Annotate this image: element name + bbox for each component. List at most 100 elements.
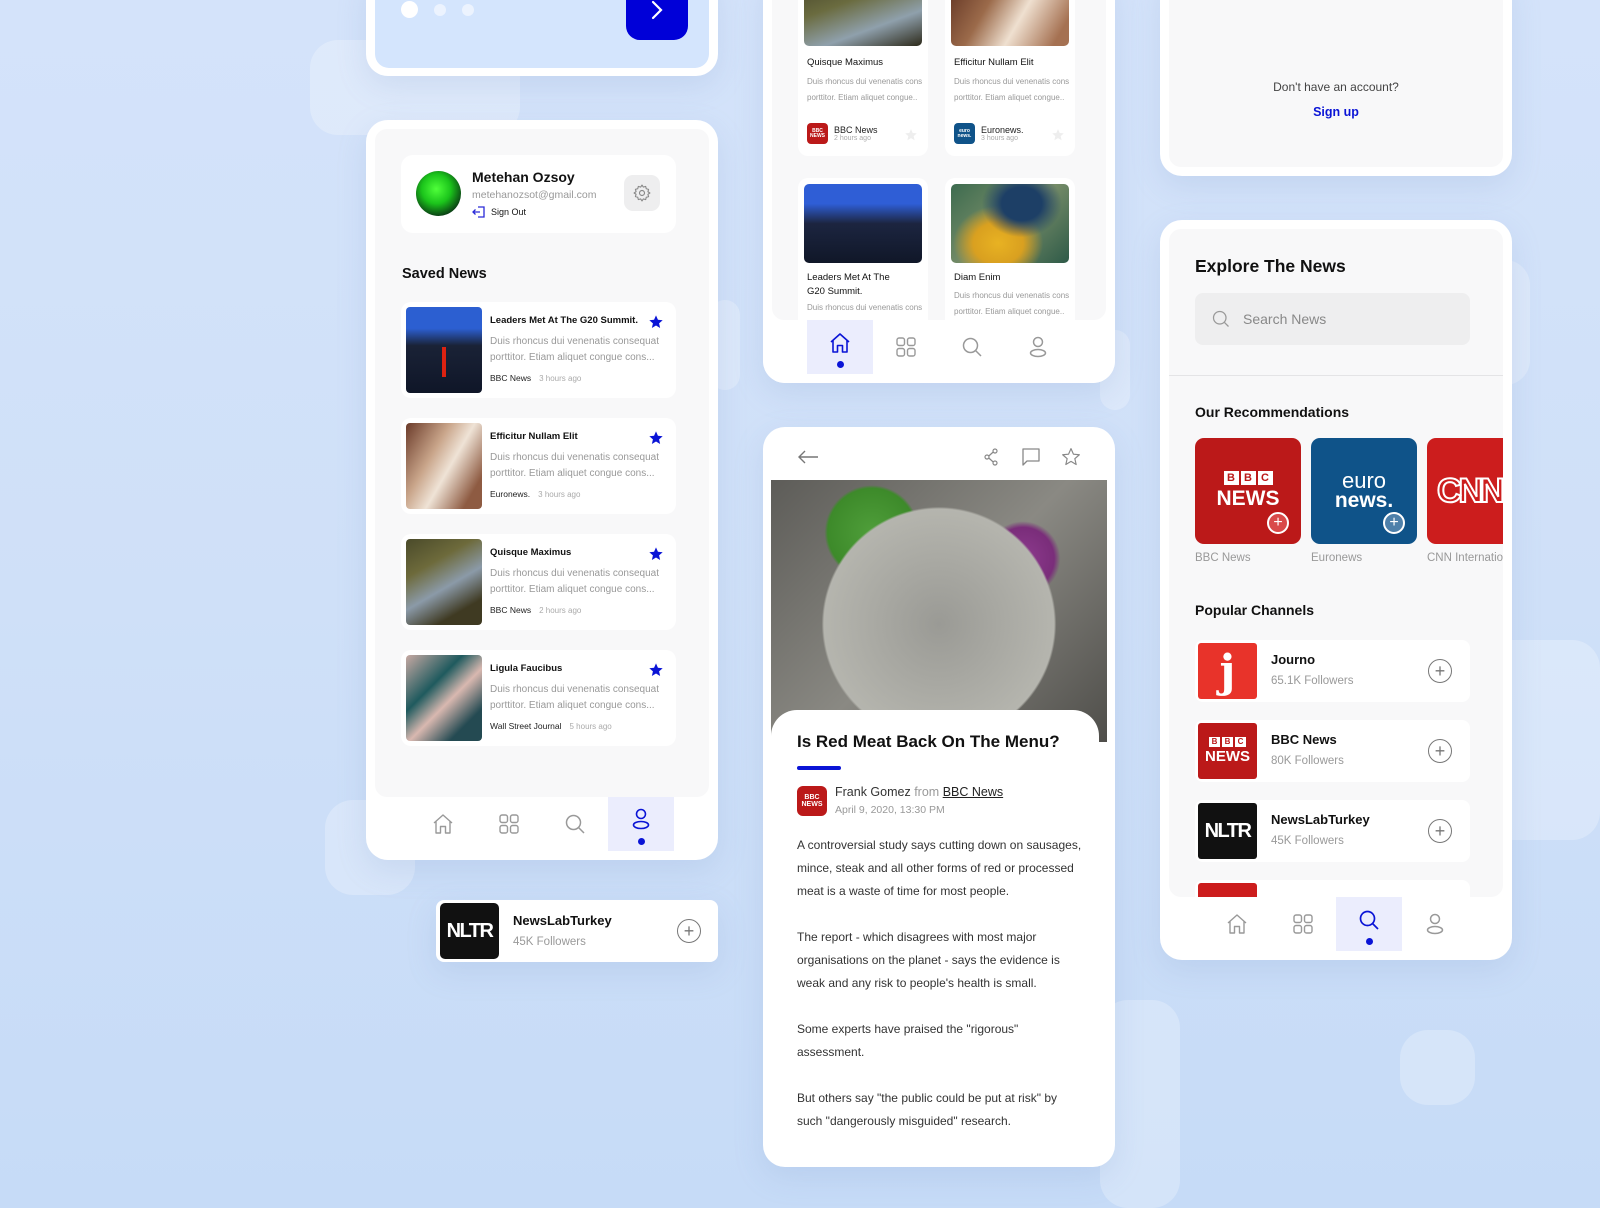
sign-out-button[interactable]: Sign Out: [472, 205, 526, 219]
back-arrow-icon[interactable]: [797, 449, 819, 465]
news-source: BBC NEWS BBC News 2 hours ago: [807, 123, 878, 144]
recommendation-label: CNN International: [1427, 552, 1503, 564]
nav-search[interactable]: [1336, 897, 1402, 951]
channel-followers: 45K Followers: [1271, 835, 1344, 847]
settings-button[interactable]: [624, 175, 660, 211]
bottom-nav: [410, 797, 674, 851]
bg-shape: [1400, 1030, 1475, 1105]
nav-categories[interactable]: [873, 320, 939, 374]
recommendation-euronews[interactable]: euro news. +: [1311, 438, 1417, 544]
nav-search[interactable]: [939, 320, 1005, 374]
news-source: BBC News: [490, 605, 532, 615]
page-dot[interactable]: [434, 4, 446, 16]
nav-categories[interactable]: [1270, 897, 1336, 951]
nav-categories[interactable]: [476, 797, 542, 851]
share-icon[interactable]: [983, 448, 999, 466]
no-account-text: Don't have an account?: [1273, 80, 1399, 94]
bookmark-star-icon[interactable]: [1061, 447, 1081, 467]
news-card[interactable]: Efficitur Nullam Elit Duis rhoncus dui v…: [945, 0, 1075, 156]
channel-followers: 65.1K Followers: [1271, 675, 1354, 687]
news-source: Euronews.: [490, 489, 531, 499]
nav-home[interactable]: [807, 320, 873, 374]
channel-item[interactable]: NLTR NewsLabTurkey 45K Followers +: [1195, 800, 1470, 862]
search-icon: [962, 337, 982, 357]
plus-icon: +: [1434, 821, 1446, 841]
recommendation-bbc[interactable]: BBC NEWS +: [1195, 438, 1301, 544]
star-outline-icon[interactable]: [1051, 128, 1065, 142]
saved-news-item[interactable]: Quisque Maximus Duis rhoncus dui venenat…: [401, 534, 676, 630]
news-thumbnail: [406, 539, 482, 625]
from-label: from: [914, 785, 940, 799]
saved-news-item[interactable]: Efficitur Nullam Elit Duis rhoncus dui v…: [401, 418, 676, 514]
cnn-logo-icon: CNN: [1436, 471, 1503, 511]
news-meta: Euronews. 3 hours ago: [490, 489, 580, 499]
source-link[interactable]: BBC News: [943, 785, 1003, 799]
news-desc: Duis rhoncus dui venenatis cons porttito…: [954, 77, 1070, 102]
grid-icon: [1293, 914, 1313, 934]
nav-profile[interactable]: [1005, 320, 1071, 374]
article-title: Is Red Meat Back On The Menu?: [797, 732, 1060, 751]
nav-home[interactable]: [1204, 897, 1270, 951]
channel-item[interactable]: B B C NEWS BBC News 80K Followers +: [1195, 720, 1470, 782]
profile-name: Metehan Ozsoy: [472, 169, 575, 185]
nav-search[interactable]: [542, 797, 608, 851]
cnn-logo-icon: [1198, 883, 1257, 897]
floating-channel-card[interactable]: NLTR NewsLabTurkey 45K Followers +: [436, 900, 718, 962]
search-icon: [565, 814, 585, 834]
news-title: Efficitur Nullam Elit: [954, 57, 1034, 68]
news-card[interactable]: Quisque Maximus Duis rhoncus dui venenat…: [798, 0, 928, 156]
source-name: BBC News: [834, 125, 878, 135]
plus-icon: +: [683, 921, 695, 941]
recommendation-label: BBC News: [1195, 552, 1251, 564]
news-title: Quisque Maximus: [490, 547, 572, 558]
active-indicator: [836, 361, 844, 368]
active-indicator: [637, 838, 645, 845]
bbc-logo-icon: BBCNEWS: [1198, 723, 1257, 779]
follow-button[interactable]: +: [1428, 819, 1452, 843]
follow-button[interactable]: +: [1428, 739, 1452, 763]
channel-followers: 80K Followers: [1271, 755, 1344, 767]
follow-button[interactable]: +: [677, 919, 701, 943]
star-filled-icon[interactable]: [648, 546, 664, 562]
news-card[interactable]: Leaders Met At The G20 Summit. Duis rhon…: [798, 178, 928, 338]
nav-profile[interactable]: [1402, 897, 1468, 951]
add-channel-button[interactable]: +: [1267, 512, 1289, 534]
article-date: April 9, 2020, 13:30 PM: [835, 804, 945, 816]
euronews-logo-icon: euro: [1341, 468, 1387, 493]
comment-icon[interactable]: [1021, 447, 1041, 467]
page-dot[interactable]: [462, 4, 474, 16]
popular-channels-title: Popular Channels: [1195, 602, 1315, 618]
saved-news-item[interactable]: Leaders Met At The G20 Summit. Duis rhon…: [401, 302, 676, 398]
nltr-logo-icon: NLTR: [1198, 803, 1257, 859]
sign-out-label: Sign Out: [491, 207, 527, 217]
saved-news-item[interactable]: Ligula Faucibus Duis rhoncus dui venenat…: [401, 650, 676, 746]
add-channel-button[interactable]: +: [1383, 512, 1405, 534]
login-screen: Don't have an account? Sign up: [1160, 0, 1512, 176]
nav-profile[interactable]: [608, 797, 674, 851]
recommendation-cnn[interactable]: CNN: [1427, 438, 1503, 544]
news-card[interactable]: Diam Enim Duis rhoncus dui venenatis con…: [945, 178, 1075, 338]
avatar[interactable]: [416, 171, 461, 216]
sign-up-link[interactable]: Sign up: [1160, 105, 1512, 119]
user-icon: [1426, 913, 1444, 935]
home-icon: [433, 814, 453, 834]
page-dot-active[interactable]: [401, 1, 418, 18]
star-filled-icon[interactable]: [648, 314, 664, 330]
news-desc: Duis rhoncus dui venenatis consequat por…: [490, 684, 659, 711]
news-meta: BBC News 3 hours ago: [490, 373, 581, 383]
source-name: Euronews.: [981, 125, 1024, 135]
gear-icon: [633, 184, 651, 202]
article-byline: Frank Gomez from BBC News: [835, 785, 1003, 799]
paragraph: But others say "the public could be put …: [797, 1091, 1057, 1128]
article-screen: Is Red Meat Back On The Menu? BBC NEWS Fr…: [763, 427, 1115, 1167]
source-time: 2 hours ago: [834, 135, 871, 142]
star-filled-icon[interactable]: [648, 662, 664, 678]
star-outline-icon[interactable]: [904, 128, 918, 142]
news-title: Ligula Faucibus: [490, 663, 563, 674]
channel-item[interactable]: [1195, 880, 1470, 897]
next-button[interactable]: [626, 0, 688, 40]
follow-button[interactable]: +: [1428, 659, 1452, 683]
star-filled-icon[interactable]: [648, 430, 664, 446]
nav-home[interactable]: [410, 797, 476, 851]
channel-item[interactable]: j Journo 65.1K Followers +: [1195, 640, 1470, 702]
